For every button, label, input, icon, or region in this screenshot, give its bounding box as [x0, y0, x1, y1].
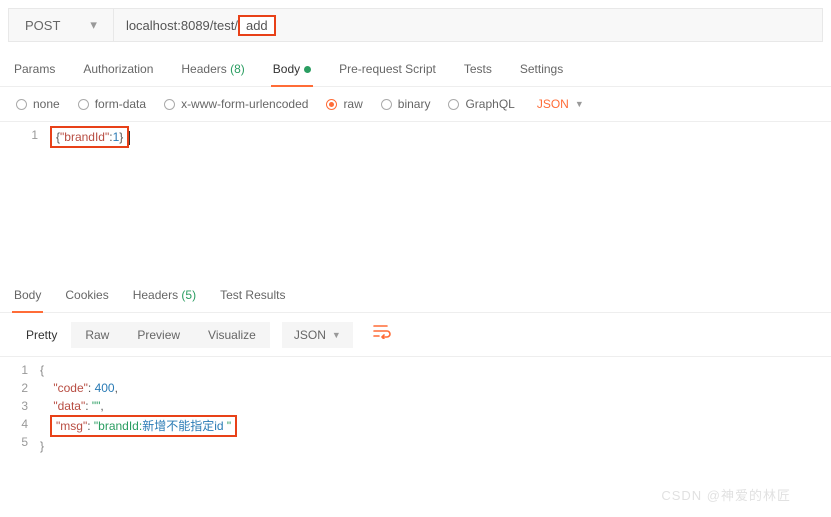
view-raw[interactable]: Raw [71, 322, 123, 348]
line-gutter: 1 [0, 122, 50, 272]
response-tabs: Body Cookies Headers (5) Test Results [0, 272, 831, 313]
chevron-down-icon: ▼ [332, 330, 341, 340]
url-prefix: localhost:8089/test/ [126, 18, 238, 33]
response-gutter: 12345 [0, 357, 40, 459]
response-body-viewer[interactable]: 12345 { "code": 400, "data": "", "msg": … [0, 357, 831, 459]
rtab-body[interactable]: Body [12, 284, 43, 312]
request-body-highlight: {"brandId":1} [50, 126, 129, 148]
response-format-select[interactable]: JSON ▼ [282, 322, 353, 348]
url-bar: POST ▾ localhost:8089/test/add [8, 8, 823, 42]
method-label: POST [25, 18, 60, 33]
url-path-highlight: add [238, 15, 276, 36]
url-input[interactable]: localhost:8089/test/add [114, 10, 822, 41]
tab-prerequest[interactable]: Pre-request Script [337, 56, 438, 86]
view-preview[interactable]: Preview [123, 322, 194, 348]
radio-urlencoded[interactable]: x-www-form-urlencoded [164, 97, 308, 111]
chevron-down-icon: ▾ [90, 17, 97, 33]
radio-graphql[interactable]: GraphQL [448, 97, 514, 111]
radio-binary[interactable]: binary [381, 97, 431, 111]
view-visualize[interactable]: Visualize [194, 322, 270, 348]
view-mode-bar: Pretty Raw Preview Visualize JSON ▼ [0, 313, 831, 357]
response-msg-highlight: "msg": "brandId:新增不能指定id " [50, 415, 237, 437]
radio-raw[interactable]: raw [326, 97, 362, 111]
rtab-headers[interactable]: Headers (5) [131, 284, 198, 312]
body-type-radios: none form-data x-www-form-urlencoded raw… [0, 87, 831, 122]
format-select[interactable]: JSON ▼ [537, 97, 584, 111]
chevron-down-icon: ▼ [575, 99, 584, 109]
tab-params[interactable]: Params [12, 56, 57, 86]
radio-formdata[interactable]: form-data [78, 97, 146, 111]
request-body-editor[interactable]: 1 {"brandId":1} [0, 122, 831, 272]
modified-dot-icon [304, 66, 311, 73]
wrap-lines-icon[interactable] [365, 321, 399, 348]
tab-headers[interactable]: Headers (8) [179, 56, 246, 86]
tab-settings[interactable]: Settings [518, 56, 565, 86]
tab-body[interactable]: Body [271, 56, 313, 86]
method-select[interactable]: POST ▾ [9, 9, 114, 41]
rtab-cookies[interactable]: Cookies [63, 284, 110, 312]
text-cursor-icon [129, 131, 130, 145]
tab-tests[interactable]: Tests [462, 56, 494, 86]
watermark: CSDN @神爱的林匠 [661, 485, 791, 504]
radio-none[interactable]: none [16, 97, 60, 111]
tab-authorization[interactable]: Authorization [81, 56, 155, 86]
view-pretty[interactable]: Pretty [12, 322, 71, 348]
rtab-test-results[interactable]: Test Results [218, 284, 287, 312]
request-tabs: Params Authorization Headers (8) Body Pr… [0, 42, 831, 87]
